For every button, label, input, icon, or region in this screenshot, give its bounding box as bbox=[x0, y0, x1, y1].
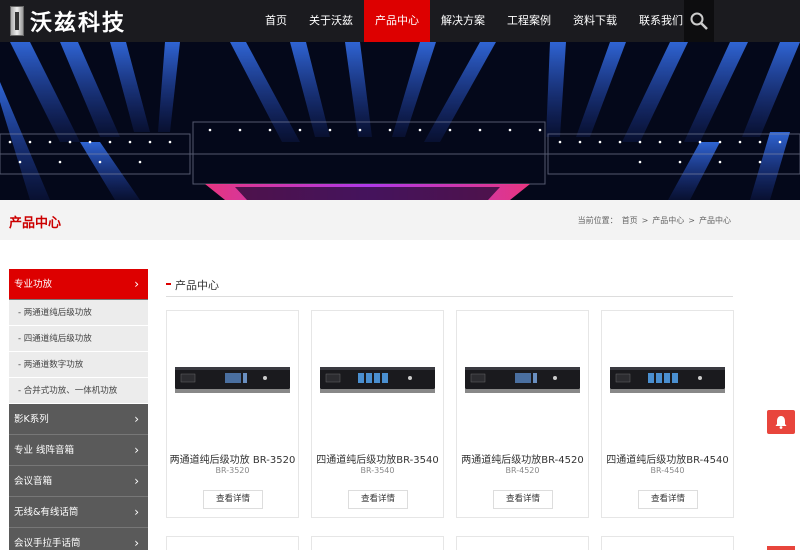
search-button[interactable] bbox=[684, 0, 714, 42]
product-card[interactable]: 四通道纯后级功放BR-3540 BR-3540 查看详情 bbox=[311, 310, 444, 518]
site-header: 沃兹科技 首页 关于沃兹 产品中心 解决方案 工程案例 资料下载 联系我们 bbox=[0, 0, 800, 42]
product-card[interactable] bbox=[456, 536, 589, 550]
nav-item-home[interactable]: 首页 bbox=[254, 0, 298, 42]
chevron-right-icon: › bbox=[134, 536, 139, 550]
sidebar-category-label: 专业 线阵音箱 bbox=[14, 445, 75, 456]
logo-text: 沃兹科技 bbox=[30, 11, 127, 36]
sidebar-category[interactable]: 影K系列 › bbox=[9, 404, 148, 435]
product-card[interactable] bbox=[166, 536, 299, 550]
main-nav: 首页 关于沃兹 产品中心 解决方案 工程案例 资料下载 联系我们 bbox=[254, 0, 694, 42]
heading-accent bbox=[166, 283, 171, 285]
floating-contact-button[interactable] bbox=[767, 410, 795, 434]
breadcrumb-current[interactable]: 产品中心 bbox=[699, 216, 731, 225]
amplifier-image bbox=[175, 367, 290, 393]
nav-item-about[interactable]: 关于沃兹 bbox=[298, 0, 364, 42]
page-title: 产品中心 bbox=[9, 216, 62, 231]
chevron-right-icon: › bbox=[134, 505, 139, 519]
product-card[interactable]: 两通道纯后级功放 BR-3520 BR-3520 查看详情 bbox=[166, 310, 299, 518]
breadcrumb-separator: > bbox=[688, 216, 695, 225]
sidebar-subitem[interactable]: - 四通道纯后级功放 bbox=[9, 326, 148, 352]
sidebar-category-label: 会议音箱 bbox=[14, 476, 53, 487]
product-name[interactable]: 四通道纯后级功放BR-3540 bbox=[312, 451, 443, 466]
chevron-right-icon: › bbox=[134, 412, 139, 426]
product-name[interactable]: 四通道纯后级功放BR-4540 bbox=[602, 451, 733, 466]
chevron-right-icon: › bbox=[134, 474, 139, 488]
product-name[interactable]: 两通道纯后级功放BR-4520 bbox=[457, 451, 588, 466]
hero-banner bbox=[0, 42, 800, 200]
section-heading-text: 产品中心 bbox=[175, 279, 219, 292]
nav-item-solutions[interactable]: 解决方案 bbox=[430, 0, 496, 42]
sidebar-category[interactable]: 会议手拉手话筒 › bbox=[9, 528, 148, 550]
product-card[interactable]: 四通道纯后级功放BR-4540 BR-4540 查看详情 bbox=[601, 310, 734, 518]
product-model: BR-4520 bbox=[505, 466, 540, 475]
breadcrumb-separator: > bbox=[641, 216, 649, 225]
view-details-button[interactable]: 查看详情 bbox=[203, 490, 263, 509]
product-model: BR-3540 bbox=[360, 466, 395, 475]
sidebar-category[interactable]: 无线&有线话筒 › bbox=[9, 497, 148, 528]
sidebar-subitem[interactable]: - 两通道数字功放 bbox=[9, 352, 148, 378]
product-card[interactable] bbox=[311, 536, 444, 550]
sidebar-category-label: 影K系列 bbox=[14, 414, 49, 425]
floating-button[interactable] bbox=[767, 546, 795, 550]
search-icon bbox=[690, 12, 708, 30]
nav-item-cases[interactable]: 工程案例 bbox=[496, 0, 562, 42]
view-details-button[interactable]: 查看详情 bbox=[638, 490, 698, 509]
bell-icon bbox=[775, 416, 787, 429]
amplifier-image bbox=[465, 367, 580, 393]
page-title-bar: 产品中心 当前位置： 首页 > 产品中心 > 产品中心 bbox=[0, 200, 800, 240]
sidebar-category[interactable]: 会议音箱 › bbox=[9, 466, 148, 497]
sidebar-category-pro-amplifier[interactable]: 专业功放 › bbox=[9, 269, 148, 300]
breadcrumb-products[interactable]: 产品中心 bbox=[652, 216, 684, 225]
product-name[interactable]: 两通道纯后级功放 BR-3520 bbox=[167, 451, 298, 466]
stage-lights-image bbox=[0, 42, 800, 200]
product-card[interactable] bbox=[601, 536, 734, 550]
chevron-right-icon: › bbox=[134, 277, 139, 291]
logo[interactable]: 沃兹科技 bbox=[10, 4, 126, 38]
sidebar-category-label: 专业功放 bbox=[14, 279, 53, 290]
nav-item-products[interactable]: 产品中心 bbox=[364, 0, 430, 42]
section-heading: 产品中心 bbox=[166, 276, 733, 297]
sidebar-category-label: 会议手拉手话筒 bbox=[14, 538, 81, 549]
category-sidebar: 专业功放 › - 两通道纯后级功放 - 四通道纯后级功放 - 两通道数字功放 -… bbox=[9, 269, 148, 550]
sidebar-category-label: 无线&有线话筒 bbox=[14, 507, 79, 518]
chevron-right-icon: › bbox=[134, 443, 139, 457]
breadcrumb-prefix: 当前位置： bbox=[577, 216, 618, 225]
nav-item-downloads[interactable]: 资料下载 bbox=[562, 0, 628, 42]
sidebar-subitem[interactable]: - 两通道纯后级功放 bbox=[9, 300, 148, 326]
sidebar-subitem[interactable]: - 合并式功放、一体机功放 bbox=[9, 378, 148, 404]
breadcrumb: 当前位置： 首页 > 产品中心 > 产品中心 bbox=[576, 215, 733, 226]
product-card[interactable]: 两通道纯后级功放BR-4520 BR-4520 查看详情 bbox=[456, 310, 589, 518]
view-details-button[interactable]: 查看详情 bbox=[348, 490, 408, 509]
amplifier-image bbox=[320, 367, 435, 393]
product-model: BR-4540 bbox=[650, 466, 685, 475]
sidebar-category[interactable]: 专业 线阵音箱 › bbox=[9, 435, 148, 466]
product-model: BR-3520 bbox=[215, 466, 250, 475]
amplifier-image bbox=[610, 367, 725, 393]
logo-icon bbox=[10, 6, 24, 36]
breadcrumb-home[interactable]: 首页 bbox=[622, 216, 638, 225]
view-details-button[interactable]: 查看详情 bbox=[493, 490, 553, 509]
